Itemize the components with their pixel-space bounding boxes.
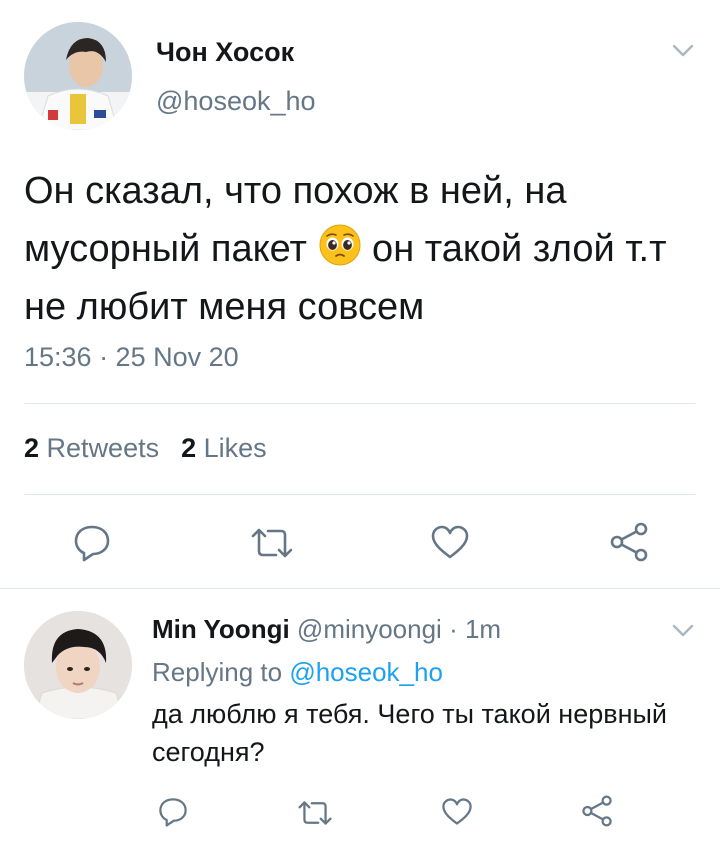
reply-header: Min Yoongi @minyoongi · 1m xyxy=(152,614,501,645)
chevron-down-icon[interactable] xyxy=(672,44,694,58)
retweet-icon[interactable] xyxy=(250,527,294,559)
retweets-count: 2 xyxy=(24,433,40,463)
tweet-stats: 2 Retweets 2 Likes xyxy=(24,433,267,464)
share-icon[interactable] xyxy=(608,522,650,562)
main-tweet: Чон Хосок @hoseok_ho Он сказал, что похо… xyxy=(0,0,720,589)
author-handle[interactable]: @hoseok_ho xyxy=(156,86,316,117)
likes-label: Likes xyxy=(203,433,267,463)
replying-to-prefix: Replying to xyxy=(152,657,283,687)
share-icon[interactable] xyxy=(580,795,614,827)
likes-stat[interactable]: 2 Likes xyxy=(181,433,267,463)
reply-time[interactable]: 1m xyxy=(465,614,501,644)
retweet-icon[interactable] xyxy=(297,800,333,826)
author-avatar[interactable] xyxy=(24,22,132,130)
retweets-stat[interactable]: 2 Retweets xyxy=(24,433,159,463)
tweet-text: Он сказал, что похож в ней, на мусорный … xyxy=(24,162,704,336)
divider xyxy=(24,494,696,495)
reply-author-handle[interactable]: @minyoongi xyxy=(297,614,442,644)
reply-tweet[interactable]: Min Yoongi @minyoongi · 1m Replying to @… xyxy=(0,589,720,856)
retweets-label: Retweets xyxy=(46,433,160,463)
replying-to: Replying to @hoseok_ho xyxy=(152,657,443,688)
reply-author-name[interactable]: Min Yoongi xyxy=(152,614,290,644)
reply-text: да люблю я тебя. Чего ты такой нервный с… xyxy=(152,699,667,767)
comment-icon[interactable] xyxy=(72,524,112,562)
comment-icon[interactable] xyxy=(157,797,189,827)
tweet-timestamp[interactable]: 15:36 · 25 Nov 20 xyxy=(24,342,239,373)
pleading-face-emoji-icon xyxy=(318,223,362,267)
author-name[interactable]: Чон Хосок xyxy=(156,37,294,68)
divider xyxy=(24,403,696,404)
reply-separator: · xyxy=(449,614,458,644)
replying-to-mention[interactable]: @hoseok_ho xyxy=(289,657,443,687)
reply-author-avatar[interactable] xyxy=(24,611,132,719)
likes-count: 2 xyxy=(181,433,197,463)
heart-icon[interactable] xyxy=(441,797,473,826)
heart-icon[interactable] xyxy=(430,524,470,560)
chevron-down-icon[interactable] xyxy=(672,624,694,638)
